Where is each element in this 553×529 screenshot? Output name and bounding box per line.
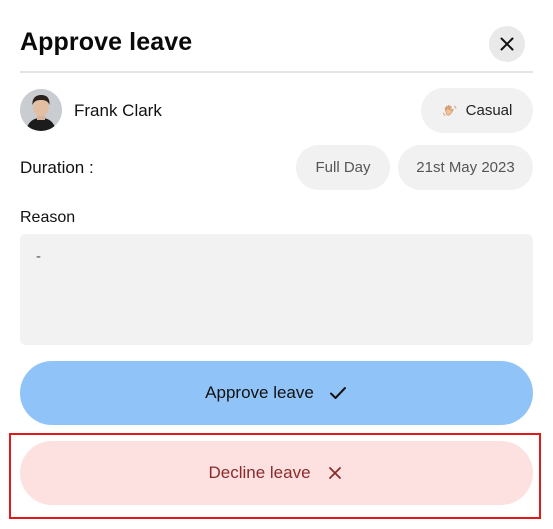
dialog-title: Approve leave <box>20 28 193 56</box>
leave-type-label: Casual <box>465 102 513 119</box>
reason-field: - <box>20 234 533 345</box>
leave-type-badge: Casual <box>421 88 533 133</box>
duration-date-badge: 21st May 2023 <box>398 145 533 190</box>
employee-name: Frank Clark <box>74 101 162 120</box>
decline-leave-label: Decline leave <box>208 463 311 482</box>
waving-hand-icon <box>442 104 456 116</box>
approve-leave-button[interactable]: Approve leave <box>20 361 533 425</box>
close-icon <box>500 37 514 51</box>
dialog-header: Approve leave <box>20 26 533 72</box>
employee-row: Frank Clark Casual <box>20 88 533 134</box>
avatar <box>20 89 62 131</box>
decline-leave-button[interactable]: Decline leave <box>20 441 533 505</box>
reason-label: Reason <box>20 209 76 226</box>
duration-label: Duration : <box>20 158 94 177</box>
duration-row: Duration : Full Day 21st May 2023 <box>20 145 533 191</box>
x-icon <box>325 463 345 483</box>
header-divider <box>20 71 533 73</box>
approve-leave-label: Approve leave <box>205 383 314 402</box>
duration-period-badge: Full Day <box>296 145 390 190</box>
close-button[interactable] <box>489 26 525 62</box>
check-icon <box>328 383 348 403</box>
